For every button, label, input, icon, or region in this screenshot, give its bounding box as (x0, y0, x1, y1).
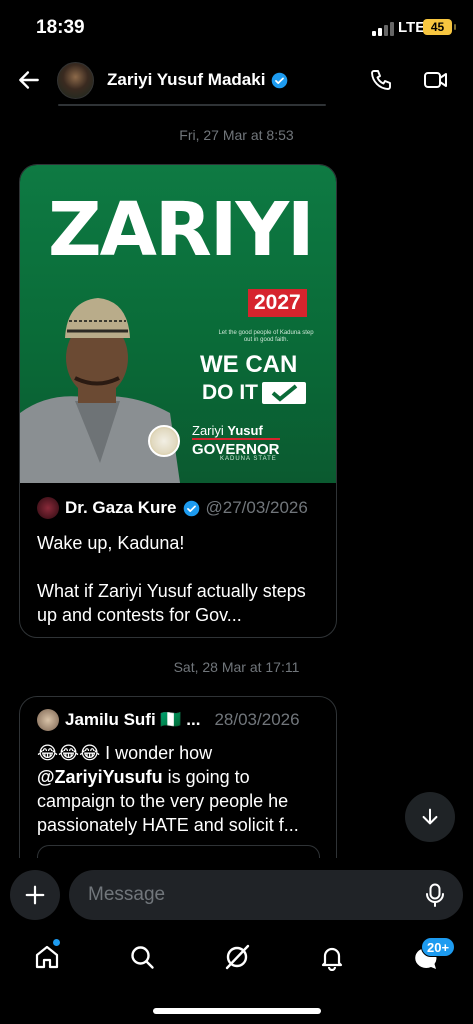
poster-year: 2027 (248, 289, 307, 317)
poster-do-it: DO IT (202, 381, 258, 404)
battery-icon: 45 (423, 19, 456, 35)
post-text: I wonder how (100, 743, 213, 763)
poster-candidate-first: Zariyi (192, 423, 224, 438)
quoted-post-text: 😂😂😂 I wonder how @ZariyiYusufu is going t… (37, 741, 320, 837)
poster-slogan-line1: WE CAN (200, 351, 298, 378)
poster-title: ZARIYI (48, 187, 315, 273)
contact-name: Zariyi Yusuf Madaki (107, 70, 266, 89)
battery-level: 45 (430, 20, 445, 34)
verified-badge-icon (183, 500, 199, 516)
header-divider (58, 104, 326, 106)
messages-badge: 20+ (421, 937, 456, 957)
status-bar: 18:39 LTE 45 (0, 0, 473, 56)
quoted-post-header: Jamilu Sufi 🇳🇬 ... 28/03/2026 (37, 709, 320, 731)
post-date: 28/03/2026 (214, 710, 300, 729)
conversation-header: Zariyi Yusuf Madaki (0, 56, 473, 106)
author-avatar[interactable] (37, 497, 59, 519)
state-seal-icon (148, 425, 180, 457)
quoted-post-text: Wake up, Kaduna! What if Zariyi Yusuf ac… (37, 531, 320, 627)
message-composer[interactable] (69, 870, 463, 920)
post-date: @27/03/2026 (205, 498, 308, 517)
conversation-title[interactable]: Zariyi Yusuf Madaki (107, 70, 288, 90)
home-indicator (153, 1008, 321, 1014)
plus-icon (25, 885, 45, 905)
poster-tagline: Let the good people of Kaduna step out i… (218, 330, 314, 344)
signal-icon (372, 22, 394, 36)
emoji: 😂😂😂 (37, 743, 101, 763)
grok-icon[interactable] (223, 943, 251, 971)
mention-link[interactable]: @ZariyiYusufu (37, 767, 163, 787)
poster-office: GOVERNOR (192, 438, 280, 458)
back-arrow-icon[interactable] (16, 67, 42, 93)
notifications-bell-icon[interactable] (318, 943, 346, 971)
poster-candidate-last: Yusuf (227, 423, 263, 438)
shared-post-card[interactable]: ZARIYI 2027 Let the good people of Kadun… (19, 164, 337, 638)
poster-slogan-line2: DO IT (202, 381, 306, 405)
author-avatar[interactable] (37, 709, 59, 731)
arrow-down-icon (422, 808, 438, 825)
date-separator: Fri, 27 Mar at 8:53 (179, 127, 294, 143)
network-label: LTE (398, 19, 426, 36)
bottom-tab-bar (0, 935, 473, 995)
home-new-indicator (52, 938, 61, 947)
author-name[interactable]: Jamilu Sufi 🇳🇬 ... (65, 710, 200, 730)
post-text-line1: Wake up, Kaduna! (37, 533, 185, 553)
phone-icon[interactable] (369, 68, 393, 92)
status-time: 18:39 (36, 17, 85, 38)
author-name[interactable]: Dr. Gaza Kure (65, 498, 177, 518)
poster-state: KADUNA STATE (220, 456, 277, 462)
campaign-poster-image[interactable]: ZARIYI 2027 Let the good people of Kadun… (20, 165, 336, 483)
message-input[interactable] (88, 870, 388, 920)
search-icon[interactable] (128, 943, 156, 971)
poster-candidate-name: Zariyi Yusuf (192, 423, 263, 438)
video-call-icon[interactable] (423, 68, 449, 92)
quoted-post-header: Dr. Gaza Kure @27/03/2026 (37, 497, 320, 519)
date-separator: Sat, 28 Mar at 17:11 (173, 659, 300, 675)
avatar[interactable] (57, 62, 94, 99)
scroll-to-bottom-button[interactable] (405, 792, 455, 842)
verified-badge-icon (272, 72, 288, 88)
home-icon[interactable] (33, 943, 61, 971)
microphone-icon[interactable] (424, 883, 446, 907)
add-attachment-button[interactable] (10, 870, 60, 920)
checkmark-icon (262, 382, 306, 404)
post-text-line2: What if Zariyi Yusuf actually steps up a… (37, 581, 306, 625)
quoted-post[interactable]: Dr. Gaza Kure @27/03/2026 Wake up, Kadun… (20, 483, 336, 637)
